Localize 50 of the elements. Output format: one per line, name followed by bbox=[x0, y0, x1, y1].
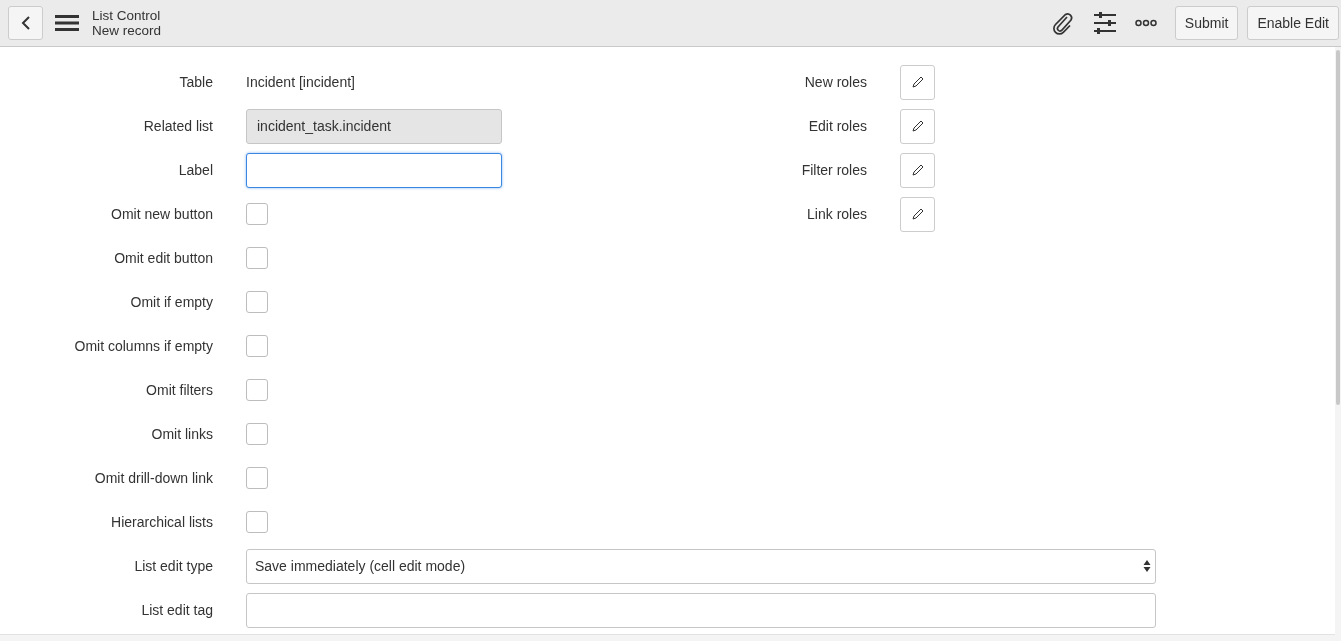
field-label: Edit roles bbox=[807, 118, 867, 134]
scrollbar[interactable] bbox=[1336, 50, 1340, 405]
menu-icon[interactable] bbox=[55, 14, 79, 32]
edit-button[interactable] bbox=[900, 196, 935, 232]
field-label: Omit columns if empty bbox=[73, 338, 213, 354]
pencil-icon bbox=[911, 208, 924, 220]
header-button[interactable]: Enable Edit bbox=[1247, 6, 1339, 40]
header-button[interactable]: Submit bbox=[1174, 6, 1239, 40]
more-icon[interactable] bbox=[1134, 19, 1157, 27]
field-label: Table bbox=[178, 74, 213, 90]
chevron-left-icon bbox=[19, 15, 32, 31]
edit-button[interactable] bbox=[900, 108, 935, 144]
field-label: Omit if empty bbox=[129, 294, 213, 310]
checkbox[interactable] bbox=[246, 335, 268, 357]
field-label: Related list bbox=[142, 118, 213, 134]
field-label: Omit links bbox=[150, 426, 213, 442]
input-field[interactable] bbox=[246, 592, 1156, 628]
checkbox[interactable] bbox=[246, 291, 268, 313]
checkbox[interactable] bbox=[246, 423, 268, 445]
pencil-icon bbox=[911, 120, 924, 132]
back-button[interactable] bbox=[8, 6, 43, 40]
field-label: New roles bbox=[803, 74, 867, 90]
sliders-icon[interactable] bbox=[1092, 12, 1117, 34]
pencil-icon bbox=[911, 164, 924, 176]
field-label: Filter roles bbox=[800, 162, 867, 178]
field-label: Link roles bbox=[806, 206, 867, 222]
edit-button[interactable] bbox=[900, 152, 935, 188]
field-label: List edit type bbox=[133, 558, 213, 574]
select-field[interactable]: Save immediately (cell edit mode) bbox=[246, 548, 1156, 584]
checkbox[interactable] bbox=[246, 247, 268, 269]
field-label: Hierarchical lists bbox=[110, 514, 213, 530]
field-label: Omit edit button bbox=[113, 250, 213, 266]
checkbox[interactable] bbox=[246, 511, 268, 533]
checkbox[interactable] bbox=[246, 467, 268, 489]
updown-caret-icon bbox=[1143, 559, 1151, 573]
edit-button[interactable] bbox=[900, 64, 935, 100]
field-label: Omit drill-down link bbox=[93, 470, 213, 486]
readonly-field: incident_task.incident bbox=[246, 108, 502, 144]
checkbox[interactable] bbox=[246, 379, 268, 401]
form-title: List Control bbox=[92, 8, 162, 23]
checkbox[interactable] bbox=[246, 203, 268, 225]
form-subtitle: New record bbox=[92, 23, 162, 38]
field-label: Omit new button bbox=[110, 206, 213, 222]
field-label: Omit filters bbox=[145, 382, 213, 398]
paperclip-icon[interactable] bbox=[1050, 11, 1075, 35]
field-label: Label bbox=[177, 162, 213, 178]
field-label: List edit tag bbox=[140, 602, 213, 618]
input-field[interactable] bbox=[246, 152, 502, 188]
pencil-icon bbox=[911, 76, 924, 88]
field-value: Incident [incident] bbox=[246, 74, 355, 90]
